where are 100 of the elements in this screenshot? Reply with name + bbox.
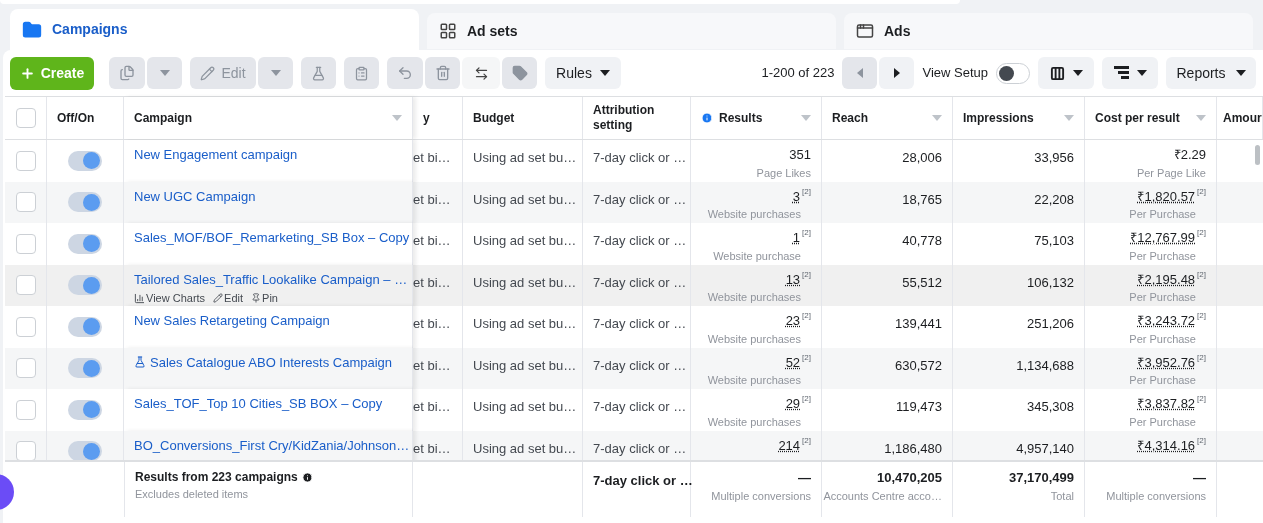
- table-cell: Using ad set bu…: [473, 357, 577, 373]
- columns-button[interactable]: [1038, 57, 1094, 89]
- tab[interactable]: Ad sets: [427, 13, 836, 49]
- metric-value[interactable]: ₹1,820.57: [1137, 186, 1196, 206]
- footnote-mark: [2]: [802, 395, 811, 403]
- pagination-label: 1-200 of 223: [761, 64, 835, 83]
- reports-button[interactable]: Reports: [1166, 57, 1256, 89]
- caret-icon: [1196, 115, 1206, 121]
- toggle-switch[interactable]: [68, 358, 102, 379]
- caret-icon: [270, 70, 281, 76]
- cost-type-label: Per Purchase: [1129, 414, 1196, 430]
- dropdown-button[interactable]: [147, 57, 182, 89]
- result-type-label: Website purchase: [713, 248, 801, 264]
- toggle-switch[interactable]: [68, 275, 102, 296]
- caret-icon: [1136, 70, 1147, 76]
- cost-type-label: Per Purchase: [1129, 207, 1196, 222]
- metric-value[interactable]: ₹2,195.48: [1137, 269, 1196, 289]
- checkbox[interactable]: [15, 150, 36, 171]
- campaign-link[interactable]: BO_Conversions_First Cry/KidZania/Johnson…: [134, 435, 410, 455]
- metric-value[interactable]: 23: [785, 311, 801, 331]
- checkbox[interactable]: [15, 233, 36, 254]
- table-cell: 106,132: [1027, 274, 1074, 290]
- toggle-switch[interactable]: [68, 441, 102, 460]
- column-header[interactable]: Results: [691, 97, 822, 139]
- campaign-link[interactable]: Tailored Sales_Traffic Lookalike Campaign – …: [134, 269, 408, 289]
- table-cell: 22,208: [1034, 191, 1074, 207]
- cost-type-label: Per Purchase: [1129, 290, 1196, 305]
- row-action-link[interactable]: Pin: [251, 290, 278, 307]
- metric-value[interactable]: ₹3,243.72: [1137, 311, 1196, 331]
- campaign-link[interactable]: Sales_MOF/BOF_Remarketing_SB Box – Copy: [134, 228, 410, 248]
- scrollbar-thumb[interactable]: [1255, 145, 1260, 165]
- table-cell: 1,186,480: [884, 440, 942, 456]
- clipboard-button[interactable]: [344, 57, 379, 89]
- checkbox[interactable]: [15, 108, 36, 128]
- tab[interactable]: Ads: [844, 13, 1253, 49]
- campaign-link[interactable]: Sales_TOF_Top 10 Cities_SB BOX – Copy: [134, 394, 383, 414]
- metric-value[interactable]: ₹4,314.16: [1137, 435, 1196, 455]
- footnote-mark: [2]: [802, 312, 811, 320]
- pin-icon: [251, 293, 262, 304]
- campaign-link[interactable]: Sales Catalogue ABO Interests Campaign: [150, 352, 393, 372]
- row-action-link[interactable]: View Charts: [134, 290, 206, 307]
- toggle-switch[interactable]: [68, 399, 102, 420]
- checkbox[interactable]: [15, 441, 36, 460]
- metric-value[interactable]: 52: [785, 352, 801, 372]
- info-icon: [301, 471, 313, 483]
- metric-value[interactable]: 1: [792, 228, 801, 248]
- column-header[interactable]: Impressions: [953, 97, 1085, 139]
- campaign-link[interactable]: New UGC Campaign: [134, 186, 256, 206]
- footnote-mark: [2]: [1197, 436, 1206, 445]
- checkbox[interactable]: [15, 399, 36, 420]
- compare-button[interactable]: [462, 57, 500, 89]
- column-header[interactable]: Amour: [1217, 97, 1263, 139]
- toggle-switch[interactable]: [68, 316, 102, 337]
- table-cell: 251,206: [1027, 316, 1074, 331]
- table-cell: Using ad set bu…: [473, 191, 577, 207]
- column-header[interactable]: Reach: [822, 97, 953, 139]
- metric-value[interactable]: ₹3,952.76: [1137, 352, 1196, 372]
- metric-value[interactable]: 3: [792, 186, 801, 206]
- checkbox[interactable]: [15, 192, 36, 213]
- metric-value[interactable]: ₹3,837.82: [1137, 394, 1196, 414]
- toggle-switch[interactable]: [68, 233, 102, 254]
- checkbox[interactable]: [15, 316, 36, 337]
- caret-icon: [932, 115, 942, 121]
- campaign-link[interactable]: New Sales Retargeting Campaign: [134, 311, 330, 331]
- folder-icon: [22, 19, 42, 40]
- table-cell: Using ad set bu…: [473, 233, 577, 248]
- metric-value[interactable]: 214: [778, 435, 801, 455]
- metric-value[interactable]: 13: [785, 269, 801, 289]
- total-value: —: [798, 469, 811, 487]
- checkbox[interactable]: [15, 358, 36, 379]
- tab[interactable]: Campaigns: [10, 9, 419, 50]
- checkbox[interactable]: [15, 275, 36, 296]
- undo-button[interactable]: [387, 57, 423, 89]
- caret-icon: [599, 70, 610, 76]
- test-button[interactable]: [301, 57, 336, 89]
- column-header[interactable]: Cost per result: [1085, 97, 1217, 139]
- toggle-switch[interactable]: [68, 192, 102, 213]
- column-header[interactable]: Budget: [463, 97, 583, 139]
- table-cell: 40,778: [902, 233, 942, 248]
- toggle-switch[interactable]: [68, 150, 102, 171]
- dropdown-button[interactable]: [258, 57, 293, 89]
- metric-value[interactable]: 29: [785, 394, 801, 414]
- column-header[interactable]: Campaign: [124, 97, 413, 139]
- columns-icon: [1049, 65, 1065, 81]
- cost-type-label: Per Page Like: [1136, 165, 1206, 181]
- footnote-mark: [2]: [1197, 270, 1206, 279]
- breakdown-icon: [1113, 66, 1129, 80]
- next-page-button[interactable]: [879, 57, 915, 89]
- metric-value[interactable]: ₹12,767.99: [1130, 228, 1196, 248]
- column-header[interactable]: Attribution setting: [583, 97, 691, 139]
- campaign-link[interactable]: New Engagement campaign: [134, 145, 298, 165]
- duplicate-button[interactable]: [109, 57, 145, 89]
- rules-button[interactable]: Rules: [545, 57, 621, 89]
- result-type-label: Website purchases: [707, 207, 801, 222]
- column-header[interactable]: y: [413, 97, 463, 139]
- table-cell: et bi…: [413, 233, 451, 248]
- row-action-link[interactable]: Edit: [213, 290, 244, 307]
- table-cell: 7-day click or …: [593, 399, 687, 414]
- breakdown-button[interactable]: [1102, 57, 1158, 89]
- view-setup-switch[interactable]: [996, 62, 1030, 84]
